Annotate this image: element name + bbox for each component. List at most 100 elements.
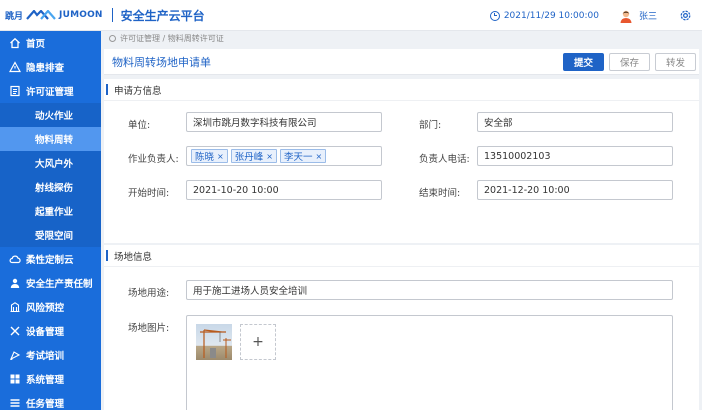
logo: 跳月 JUMOON: [5, 0, 103, 31]
phone-value: 13510002103: [484, 150, 551, 162]
breadcrumb-path: 许可证管理 / 物料周转许可证: [120, 34, 224, 43]
sidebar-subitem-hotwork[interactable]: 动火作业: [0, 103, 101, 127]
sidebar-subitem-label: 射线探伤: [35, 183, 74, 194]
warning-icon: [9, 61, 21, 73]
phone-label: 负责人电话:: [419, 154, 470, 165]
sidebar-item-label: 隐患排查: [26, 63, 65, 74]
sidebar-item-risk[interactable]: 风险预控: [0, 295, 101, 319]
site-image-thumbnail[interactable]: [196, 324, 232, 360]
owner-tag: 陈晓 ×: [191, 149, 228, 163]
sidebar-item-label: 安全生产责任制: [26, 279, 93, 290]
close-icon[interactable]: ×: [266, 152, 273, 161]
sidebar-item-label: 设备管理: [26, 327, 65, 338]
sidebar-item-label: 许可证管理: [26, 87, 74, 98]
owner-tag-label: 张丹峰: [234, 152, 264, 163]
section-header: 申请方信息: [104, 79, 699, 101]
owner-label: 作业负责人:: [128, 154, 179, 165]
sidebar-item-home[interactable]: 首页: [0, 31, 101, 55]
usage-label: 场地用途:: [128, 288, 170, 299]
end-time-label: 结束时间:: [419, 188, 461, 199]
document-icon: [10, 85, 20, 97]
start-time-label: 开始时间:: [128, 188, 170, 199]
sidebar-item-label: 风险预控: [26, 303, 65, 314]
dept-label: 部门:: [419, 120, 442, 131]
tools-icon: [10, 326, 20, 336]
clock-icon: [489, 10, 500, 21]
image-label: 场地图片:: [128, 323, 170, 334]
sidebar-item-label: 首页: [26, 39, 46, 50]
form-titlebar: 物料周转场地申请单 提交 保存 转发: [104, 49, 699, 75]
sidebar-subitem-radiography[interactable]: 射线探伤: [0, 175, 101, 199]
cloud-icon: [9, 255, 21, 264]
sidebar-item-permits[interactable]: 许可证管理: [0, 79, 101, 103]
sidebar-subitem-label: 物料周转: [35, 135, 74, 146]
start-time-field[interactable]: 2021-10-20 10:00: [186, 180, 382, 200]
sidebar-item-exam[interactable]: 考试培训: [0, 343, 101, 367]
sidebar-item-label: 柔性定制云: [26, 255, 74, 266]
section-marker: [106, 250, 108, 261]
page-title: 物料周转场地申请单: [112, 55, 211, 69]
datetime: 2021/11/29 10:00:00: [503, 10, 599, 21]
gear-icon[interactable]: [679, 9, 692, 22]
sidebar-item-equipment[interactable]: 设备管理: [0, 319, 101, 343]
sidebar-subitem-material[interactable]: 物料周转: [0, 127, 101, 151]
sidebar-subitem-label: 动火作业: [35, 111, 74, 122]
close-icon[interactable]: ×: [315, 152, 322, 161]
breadcrumb: 许可证管理 / 物料周转许可证: [101, 31, 702, 46]
owner-tag-label: 李天一: [283, 152, 313, 163]
unit-value: 深圳市跳月数字科技有限公司: [193, 118, 317, 129]
owner-field[interactable]: 陈晓 × 张丹峰 × 李天一 ×: [186, 146, 382, 166]
dept-value: 安全部: [484, 118, 513, 129]
sidebar-subitem-label: 大风户外: [35, 159, 74, 170]
sidebar-subitem-label: 受限空间: [35, 231, 74, 242]
sidebar-item-tasks[interactable]: 任务管理: [0, 391, 101, 410]
avatar[interactable]: [619, 9, 633, 23]
add-image-button[interactable]: +: [240, 324, 276, 360]
logo-mark-icon: [26, 10, 56, 20]
person-group-icon: [10, 278, 20, 288]
section-title: 申请方信息: [114, 85, 162, 97]
sidebar-item-responsibility[interactable]: 安全生产责任制: [0, 271, 101, 295]
phone-field[interactable]: 13510002103: [477, 146, 673, 166]
sidebar-subitem-lifting[interactable]: 起重作业: [0, 199, 101, 223]
sidebar-subitem-windy[interactable]: 大风户外: [0, 151, 101, 175]
top-header: 跳月 JUMOON 安全生产云平台 2021/11/29 10:00:00 张三: [0, 0, 702, 31]
logo-en-text: JUMOON: [59, 10, 103, 20]
unit-field[interactable]: 深圳市跳月数字科技有限公司: [186, 112, 382, 132]
sidebar: 首页 隐患排查 许可证管理 动火作业 物料周转 大风户外 射线探伤 起重作业 受…: [0, 31, 101, 410]
sidebar-item-label: 任务管理: [26, 399, 65, 410]
sidebar-item-system[interactable]: 系统管理: [0, 367, 101, 391]
submit-button[interactable]: 提交: [562, 53, 604, 71]
graduation-icon: [9, 351, 21, 361]
end-time-value: 2021-12-20 10:00: [484, 184, 570, 196]
end-time-field[interactable]: 2021-12-20 10:00: [477, 180, 673, 200]
list-icon: [10, 399, 20, 407]
save-button[interactable]: 保存: [608, 53, 650, 71]
sidebar-subitem-confined[interactable]: 受限空间: [0, 223, 101, 247]
start-time-value: 2021-10-20 10:00: [193, 184, 279, 196]
app-title: 安全生产云平台: [120, 8, 205, 23]
grid-icon: [10, 374, 20, 384]
usage-field[interactable]: 用于施工进场人员安全培训: [186, 280, 673, 300]
section-title: 场地信息: [114, 251, 153, 263]
location-icon: [109, 35, 116, 42]
main-content: 许可证管理 / 物料周转许可证 物料周转场地申请单 提交 保存 转发 申请方信息…: [101, 31, 702, 410]
sidebar-item-label: 系统管理: [26, 375, 65, 386]
sidebar-submenu: 动火作业 物料周转 大风户外 射线探伤 起重作业 受限空间: [0, 103, 101, 247]
sidebar-item-cloud[interactable]: 柔性定制云: [0, 247, 101, 271]
sidebar-subitem-label: 起重作业: [35, 207, 74, 218]
usage-value: 用于施工进场人员安全培训: [193, 286, 308, 297]
sidebar-item-hazard[interactable]: 隐患排查: [0, 55, 101, 79]
section-header: 场地信息: [104, 245, 699, 267]
unit-label: 单位:: [128, 120, 151, 131]
dept-field[interactable]: 安全部: [477, 112, 673, 132]
image-upload-area: +: [186, 315, 673, 410]
owner-tag: 李天一 ×: [279, 149, 327, 163]
logo-cn-text: 跳月: [5, 11, 24, 22]
forward-button[interactable]: 转发: [654, 53, 696, 71]
close-icon[interactable]: ×: [217, 152, 224, 161]
username[interactable]: 张三: [639, 9, 657, 22]
header-divider: [111, 8, 113, 22]
applicant-section: 申请方信息 单位: 深圳市跳月数字科技有限公司 部门: 安全部 作业负责人: 陈…: [104, 79, 699, 243]
owner-tag-label: 陈晓: [195, 152, 215, 163]
